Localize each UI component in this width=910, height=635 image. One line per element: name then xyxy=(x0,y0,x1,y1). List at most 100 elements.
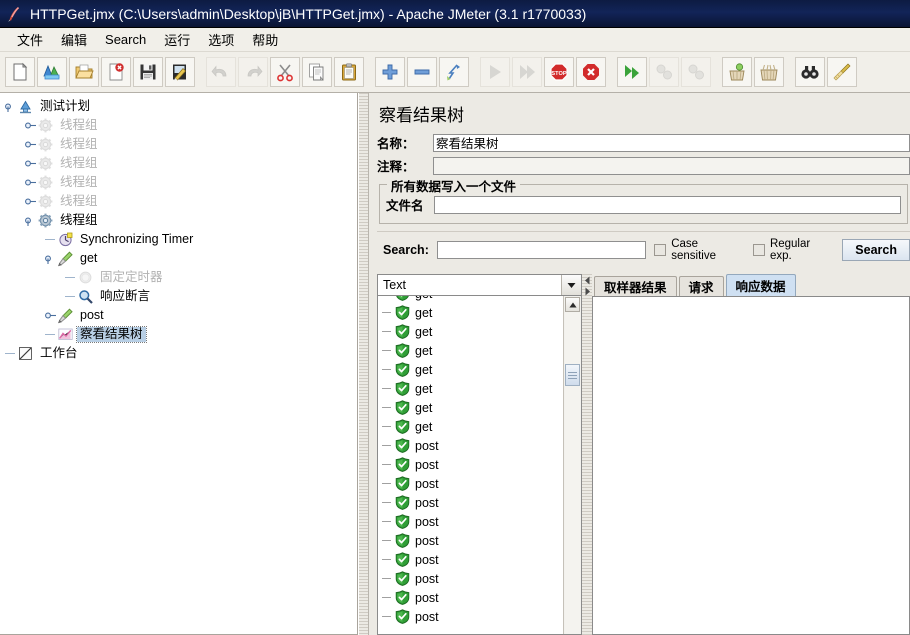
stop-remote-button[interactable] xyxy=(649,57,679,87)
case-sensitive-box[interactable] xyxy=(654,244,667,256)
list-item[interactable]: post xyxy=(378,474,563,493)
main-split-divider[interactable] xyxy=(358,93,369,635)
tree-collapse-handle[interactable] xyxy=(24,214,37,227)
regular-exp-checkbox[interactable]: Regular exp. xyxy=(753,238,834,262)
filename-input[interactable] xyxy=(434,195,901,214)
tree-expand-handle[interactable] xyxy=(24,176,37,189)
search-submit-button[interactable]: Search xyxy=(842,239,910,261)
tree-node-2[interactable]: 线程组 xyxy=(0,135,357,154)
scrollbar-track[interactable] xyxy=(565,312,580,634)
reset-search-button[interactable] xyxy=(827,57,857,87)
save-as-button[interactable] xyxy=(165,57,195,87)
name-input[interactable]: 察看结果树 xyxy=(433,133,910,152)
list-item[interactable]: get xyxy=(378,341,563,360)
menu-options[interactable]: 选项 xyxy=(199,28,243,51)
shutdown-button[interactable] xyxy=(576,57,606,87)
tab-sampler-result[interactable]: 取样器结果 xyxy=(594,276,677,296)
detail-tabstrip[interactable]: 取样器结果 请求 响应数据 xyxy=(592,274,910,296)
test-plan-tree[interactable]: 测试计划 线程组 线程组 线程组 线程组 线程组 线程组 Synchronizing Time… xyxy=(0,93,357,363)
tree-collapse-handle[interactable] xyxy=(4,100,17,113)
tree-node-9[interactable]: 固定定时器 xyxy=(0,268,357,287)
tree-node-7[interactable]: Synchronizing Timer xyxy=(0,230,357,249)
tree-node-13[interactable]: 工作台 xyxy=(0,344,357,363)
tree-expand-handle[interactable] xyxy=(24,157,37,170)
list-item[interactable]: post xyxy=(378,455,563,474)
stop-button[interactable]: STOP xyxy=(544,57,574,87)
tree-expand-handle[interactable] xyxy=(24,119,37,132)
list-item[interactable]: post xyxy=(378,493,563,512)
results-list-wrapper[interactable]: get get get get get get get get post post post post… xyxy=(377,296,582,635)
cut-button[interactable] xyxy=(270,57,300,87)
menu-help[interactable]: 帮助 xyxy=(243,28,287,51)
start-no-pauses-button[interactable] xyxy=(512,57,542,87)
list-item[interactable]: post xyxy=(378,607,563,626)
list-item[interactable]: get xyxy=(378,379,563,398)
results-list[interactable]: get get get get get get get get post post post post… xyxy=(378,296,563,634)
tree-connector xyxy=(44,328,57,341)
tree-collapse-handle[interactable] xyxy=(44,252,57,265)
tree-node-0[interactable]: 测试计划 xyxy=(0,97,357,116)
list-item[interactable]: post xyxy=(378,588,563,607)
tree-node-10[interactable]: 响应断言 xyxy=(0,287,357,306)
list-item[interactable]: post xyxy=(378,531,563,550)
save-button[interactable] xyxy=(133,57,163,87)
tab-request[interactable]: 请求 xyxy=(678,276,724,296)
tree-node-5[interactable]: 线程组 xyxy=(0,192,357,211)
tree-node-1[interactable]: 线程组 xyxy=(0,116,357,135)
scroll-up-arrow-icon[interactable] xyxy=(565,297,580,312)
list-item[interactable]: post xyxy=(378,436,563,455)
test-plan-tree-panel[interactable]: 测试计划 线程组 线程组 线程组 线程组 线程组 线程组 Synchronizing Time… xyxy=(0,93,358,635)
comment-input[interactable] xyxy=(433,156,910,175)
undo-button[interactable] xyxy=(206,57,236,87)
list-item[interactable]: get xyxy=(378,360,563,379)
tree-node-12[interactable]: 察看结果树 xyxy=(0,325,357,344)
tree-node-11[interactable]: post xyxy=(0,306,357,325)
list-item[interactable]: post xyxy=(378,550,563,569)
clear-button[interactable] xyxy=(722,57,752,87)
scrollbar-thumb[interactable] xyxy=(565,364,580,386)
templates-button[interactable] xyxy=(37,57,67,87)
expand-all-button[interactable] xyxy=(375,57,405,87)
tab-response-data[interactable]: 响应数据 xyxy=(725,274,796,296)
tree-node-4[interactable]: 线程组 xyxy=(0,173,357,192)
results-split-divider[interactable] xyxy=(582,274,592,635)
toggle-button[interactable] xyxy=(439,57,469,87)
collapse-all-button[interactable] xyxy=(407,57,437,87)
shutdown-remote-button[interactable] xyxy=(681,57,711,87)
tree-node-8[interactable]: get xyxy=(0,249,357,268)
success-shield-icon xyxy=(395,552,410,567)
start-remote-button[interactable] xyxy=(617,57,647,87)
tree-node-6[interactable]: 线程组 xyxy=(0,211,357,230)
renderer-combobox[interactable]: Text xyxy=(377,274,582,296)
tree-node-3[interactable]: 线程组 xyxy=(0,154,357,173)
list-item[interactable]: get xyxy=(378,296,563,303)
close-button[interactable] xyxy=(101,57,131,87)
tree-expand-handle[interactable] xyxy=(24,138,37,151)
list-item[interactable]: get xyxy=(378,398,563,417)
search-input[interactable] xyxy=(436,241,647,259)
tree-expand-handle[interactable] xyxy=(24,195,37,208)
copy-button[interactable] xyxy=(302,57,332,87)
paste-button[interactable] xyxy=(334,57,364,87)
list-item[interactable]: get xyxy=(378,322,563,341)
menu-search[interactable]: Search xyxy=(96,30,155,49)
search-button[interactable] xyxy=(795,57,825,87)
start-button[interactable] xyxy=(480,57,510,87)
tree-expand-handle[interactable] xyxy=(44,309,57,322)
new-button[interactable] xyxy=(5,57,35,87)
open-button[interactable] xyxy=(69,57,99,87)
chevron-down-icon[interactable] xyxy=(561,275,581,295)
list-item[interactable]: post xyxy=(378,569,563,588)
menu-file[interactable]: 文件 xyxy=(8,28,52,51)
menu-edit[interactable]: 编辑 xyxy=(52,28,96,51)
regular-exp-box[interactable] xyxy=(753,244,765,256)
list-item[interactable]: get xyxy=(378,417,563,436)
list-item[interactable]: get xyxy=(378,303,563,322)
response-data-content[interactable] xyxy=(592,296,910,635)
clear-all-button[interactable] xyxy=(754,57,784,87)
menu-run[interactable]: 运行 xyxy=(155,28,199,51)
case-sensitive-checkbox[interactable]: Case sensitive xyxy=(654,238,745,262)
redo-button[interactable] xyxy=(238,57,268,87)
results-list-scrollbar[interactable] xyxy=(563,296,581,634)
list-item[interactable]: post xyxy=(378,512,563,531)
